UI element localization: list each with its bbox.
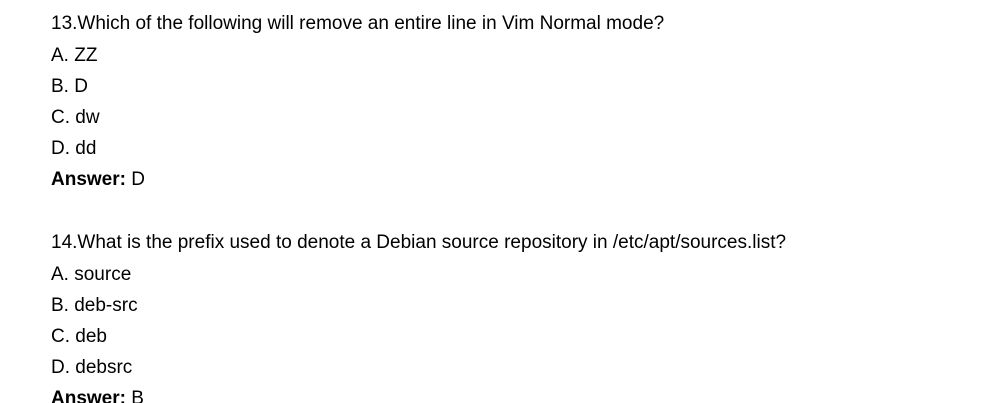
option-d: D. debsrc (51, 357, 133, 378)
answer-line: Answer: B (51, 389, 786, 403)
option-a: A. ZZ (51, 45, 98, 66)
option-d: D. dd (51, 138, 97, 159)
answer-label: Answer: (51, 388, 126, 403)
answer-value: B (125, 388, 144, 403)
answer-value: D (125, 169, 145, 190)
document-page: 13.Which of the following will remove an… (0, 0, 1004, 403)
option-a: A. source (51, 264, 132, 285)
answer-label: Answer: (51, 169, 126, 190)
option-c: C. dw (51, 107, 100, 128)
option-b: B. deb-src (51, 295, 138, 316)
answer-line: Answer: D (51, 170, 664, 190)
question-prompt: 13.Which of the following will remove an… (51, 13, 665, 34)
option-c: C. deb (51, 326, 107, 347)
option-b: B. D (51, 76, 88, 97)
question-13: 13.Which of the following will remove an… (51, 14, 664, 190)
question-14: 14.What is the prefix used to denote a D… (51, 233, 786, 403)
question-prompt: 14.What is the prefix used to denote a D… (51, 232, 787, 253)
